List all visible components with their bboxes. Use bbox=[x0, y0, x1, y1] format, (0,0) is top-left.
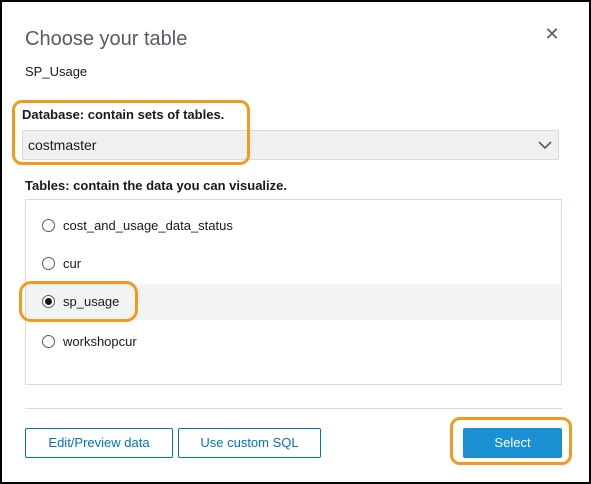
database-selected-value: costmaster bbox=[28, 137, 97, 153]
radio-button[interactable] bbox=[42, 335, 55, 348]
footer-divider bbox=[25, 408, 562, 409]
dialog-title: Choose your table bbox=[25, 28, 188, 50]
radio-button[interactable] bbox=[42, 219, 55, 232]
table-row-workshopcur[interactable]: workshopcur bbox=[26, 324, 561, 360]
close-icon[interactable]: ✕ bbox=[542, 24, 562, 44]
table-row-cost-and-usage-data-status[interactable]: cost_and_usage_data_status bbox=[26, 208, 561, 244]
edit-preview-button[interactable]: Edit/Preview data bbox=[25, 428, 173, 458]
tables-list: cost_and_usage_data_status cur sp_usage … bbox=[25, 199, 562, 385]
table-row-label: cost_and_usage_data_status bbox=[63, 218, 233, 233]
table-row-sp-usage[interactable]: sp_usage bbox=[26, 284, 561, 320]
database-select[interactable]: costmaster bbox=[22, 130, 559, 160]
radio-button[interactable] bbox=[42, 257, 55, 270]
choose-table-dialog: Choose your table ✕ SP_Usage Database: c… bbox=[0, 0, 591, 484]
table-row-label: workshopcur bbox=[63, 334, 137, 349]
use-custom-sql-button[interactable]: Use custom SQL bbox=[178, 428, 321, 458]
dialog-subtitle: SP_Usage bbox=[25, 64, 88, 79]
chevron-down-icon bbox=[538, 141, 552, 150]
table-row-label: sp_usage bbox=[63, 294, 120, 309]
table-row-label: cur bbox=[63, 256, 82, 271]
select-button[interactable]: Select bbox=[463, 428, 562, 458]
tables-label: Tables: contain the data you can visuali… bbox=[25, 178, 287, 193]
radio-button-checked[interactable] bbox=[42, 295, 55, 308]
database-label: Database: contain sets of tables. bbox=[22, 107, 225, 122]
table-row-cur[interactable]: cur bbox=[26, 246, 561, 282]
